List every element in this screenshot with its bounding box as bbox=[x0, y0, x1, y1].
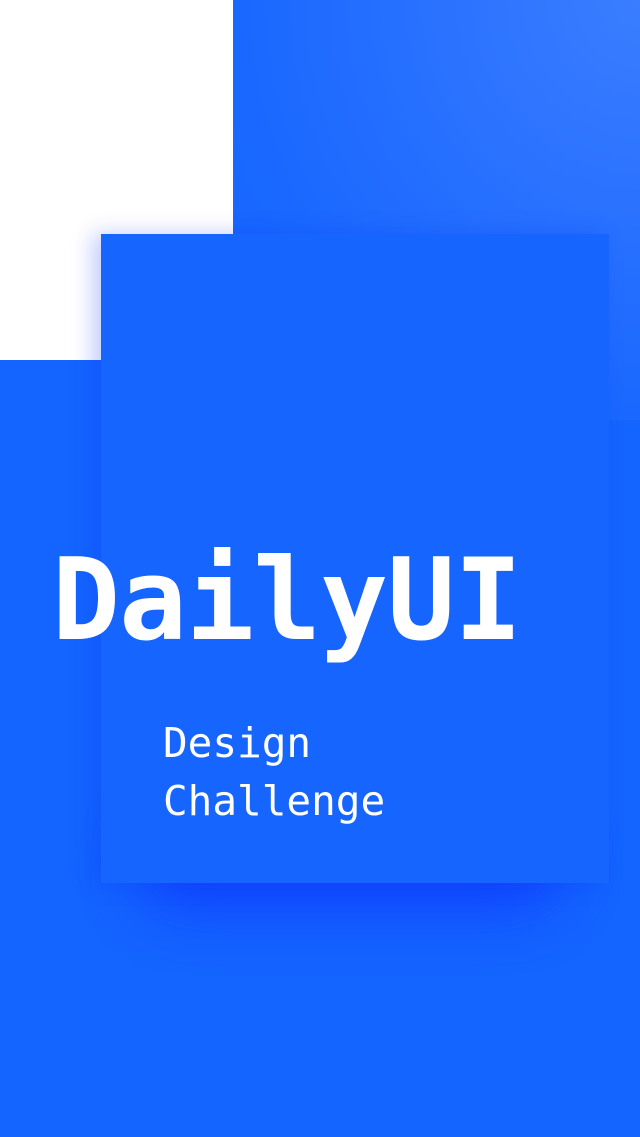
subtitle-line-1: Design bbox=[163, 719, 312, 767]
app-title: DailyUI bbox=[52, 534, 522, 666]
subtitle: Design Challenge bbox=[163, 714, 385, 830]
white-corner-block-left bbox=[0, 234, 101, 360]
splash-screen: DailyUI Design Challenge bbox=[0, 0, 640, 1137]
subtitle-line-2: Challenge bbox=[163, 777, 386, 825]
white-corner-block-top bbox=[0, 0, 233, 234]
